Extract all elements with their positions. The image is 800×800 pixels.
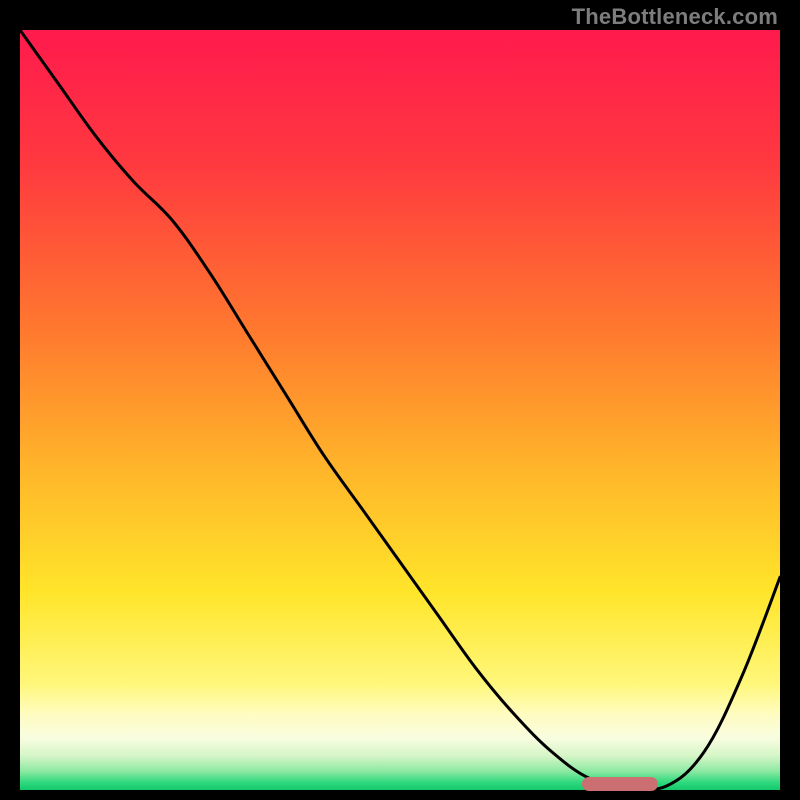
watermark-text: TheBottleneck.com <box>572 4 778 30</box>
optimal-range-marker <box>582 777 658 791</box>
background-gradient <box>20 30 780 790</box>
chart-area <box>20 30 780 790</box>
